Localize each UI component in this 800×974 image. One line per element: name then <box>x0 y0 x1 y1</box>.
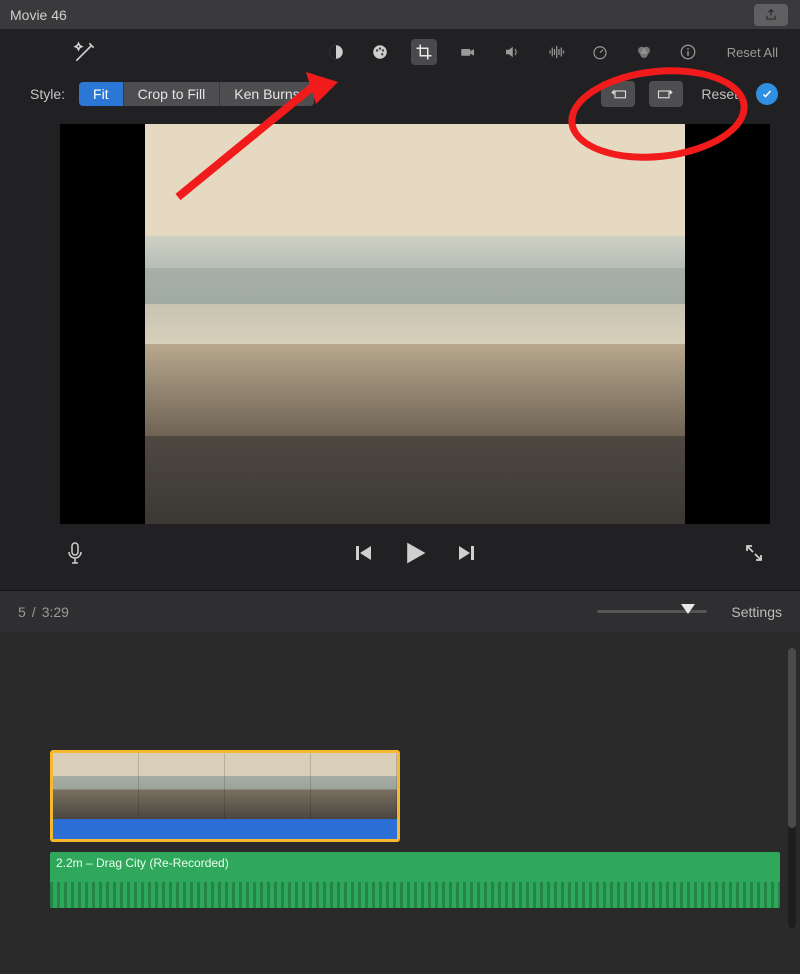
share-button[interactable] <box>754 4 788 26</box>
next-button[interactable] <box>456 543 476 568</box>
zoom-slider[interactable] <box>597 610 707 613</box>
check-icon <box>761 88 773 100</box>
rotate-ccw-button[interactable] <box>601 81 635 107</box>
audio-waveform <box>50 882 780 908</box>
clip-thumbnail <box>53 753 139 819</box>
clip-thumbnails <box>53 753 397 819</box>
style-label: Style: <box>30 86 65 102</box>
timeline-settings-button[interactable]: Settings <box>731 604 782 620</box>
previous-button[interactable] <box>354 543 374 568</box>
previous-icon <box>354 543 374 563</box>
timeline-scrollbar[interactable] <box>788 648 796 928</box>
clip-audio-bar <box>53 819 397 841</box>
fullscreen-button[interactable] <box>744 543 764 568</box>
crop-style-row: Style: Fit Crop to Fill Ken Burns Reset <box>0 74 800 114</box>
color-palette-icon <box>371 43 389 61</box>
info-button[interactable] <box>675 39 701 65</box>
style-ken-burns-button[interactable]: Ken Burns <box>220 82 313 106</box>
style-segmented-control: Fit Crop to Fill Ken Burns <box>79 82 314 106</box>
next-icon <box>456 543 476 563</box>
info-icon <box>679 43 697 61</box>
voiceover-button[interactable] <box>66 542 84 569</box>
style-crop-to-fill-button[interactable]: Crop to Fill <box>124 82 221 106</box>
play-button[interactable] <box>402 540 428 571</box>
share-icon <box>764 8 778 22</box>
noise-reduction-button[interactable] <box>543 39 569 65</box>
color-balance-icon <box>327 43 345 61</box>
clip-thumbnail <box>225 753 311 819</box>
clip-thumbnail <box>139 753 225 819</box>
rotate-cw-icon <box>657 87 675 101</box>
video-clip[interactable] <box>50 750 400 842</box>
equalizer-icon <box>547 43 565 61</box>
microphone-icon <box>66 542 84 564</box>
title-bar: Movie 46 <box>0 0 800 30</box>
apply-button[interactable] <box>756 83 778 105</box>
timeline[interactable]: 2.2m – Drag City (Re-Recorded) <box>0 632 800 962</box>
filter-button[interactable] <box>631 39 657 65</box>
preview-frame <box>145 124 685 524</box>
duration: 3:29 <box>42 604 69 620</box>
magic-wand-button[interactable] <box>72 39 98 65</box>
playback-controls <box>60 532 770 578</box>
stabilize-button[interactable] <box>455 39 481 65</box>
magic-wand-icon <box>72 39 98 65</box>
preview-viewport[interactable] <box>60 124 770 524</box>
playhead-position: 5 <box>18 604 26 620</box>
time-separator: / <box>32 604 36 620</box>
speed-button[interactable] <box>587 39 613 65</box>
audio-clip[interactable]: 2.2m – Drag City (Re-Recorded) <box>50 852 780 908</box>
style-fit-button[interactable]: Fit <box>79 82 124 106</box>
play-icon <box>402 540 428 566</box>
filter-icon <box>635 43 653 61</box>
rotate-ccw-icon <box>609 87 627 101</box>
crop-button[interactable] <box>411 39 437 65</box>
volume-button[interactable] <box>499 39 525 65</box>
reset-all-button[interactable]: Reset All <box>727 45 778 60</box>
zoom-slider-thumb[interactable] <box>681 604 695 614</box>
scrollbar-thumb[interactable] <box>788 648 796 828</box>
timeline-header: 5 / 3:29 Settings <box>0 590 800 632</box>
camera-icon <box>459 43 477 61</box>
rotate-cw-button[interactable] <box>649 81 683 107</box>
volume-icon <box>503 43 521 61</box>
window-title: Movie 46 <box>10 7 67 23</box>
audio-clip-label: 2.2m – Drag City (Re-Recorded) <box>56 856 229 870</box>
reset-button[interactable]: Reset <box>701 86 738 102</box>
color-balance-button[interactable] <box>323 39 349 65</box>
color-palette-button[interactable] <box>367 39 393 65</box>
adjustments-toolbar: Reset All <box>0 30 800 74</box>
clip-thumbnail <box>311 753 397 819</box>
fullscreen-icon <box>744 543 764 563</box>
speed-icon <box>591 43 609 61</box>
crop-icon <box>415 43 433 61</box>
viewer-area: Reset All Style: Fit Crop to Fill Ken Bu… <box>0 30 800 590</box>
